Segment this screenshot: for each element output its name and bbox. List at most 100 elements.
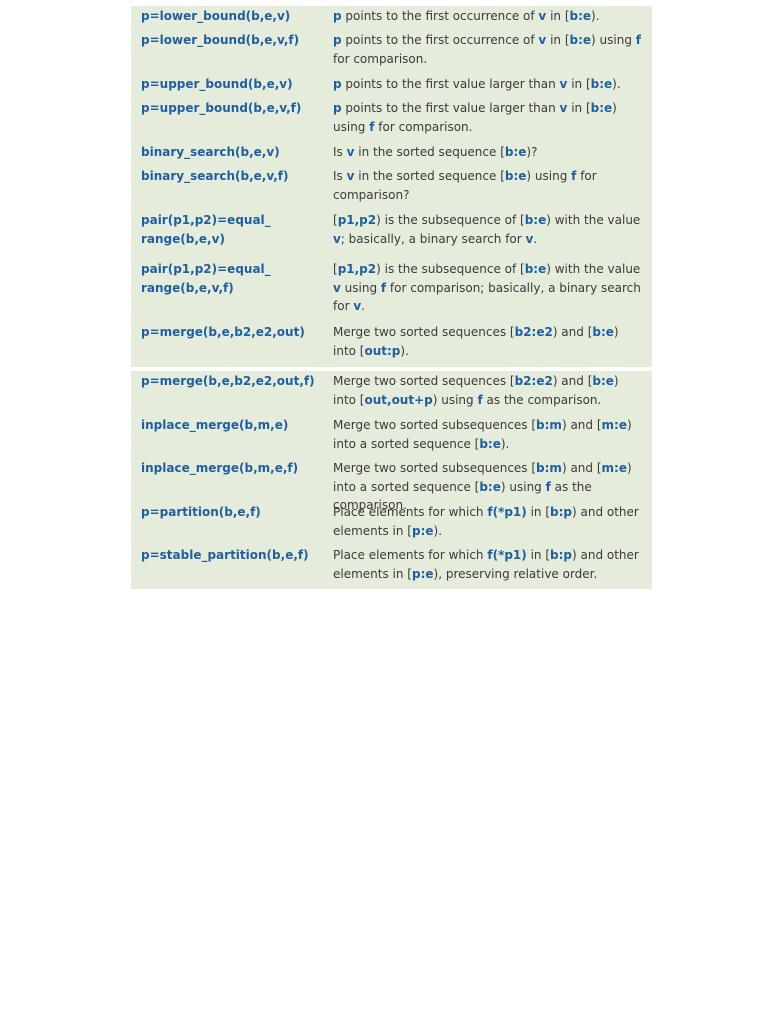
function-description: Merge two sorted sequences [b2:e2) and [… <box>333 372 645 409</box>
description-text: in [ <box>567 77 591 91</box>
description-text: using <box>340 280 381 295</box>
description-text: ). <box>591 9 600 23</box>
description-text: ) with the value <box>546 213 641 227</box>
function-description: [p1,p2) is the subsequence of [b:e) with… <box>333 211 645 248</box>
description-text: for comparison. <box>374 119 473 134</box>
code-term: out,out+p <box>364 392 433 407</box>
description-text: ) and [ <box>552 325 593 339</box>
code-term: b:e <box>590 77 613 91</box>
function-signature: p=stable_partition(b,e,f) <box>141 548 309 562</box>
code-term: v <box>333 280 341 295</box>
code-term: b:e <box>524 213 547 227</box>
description-text: Place elements for which <box>333 548 488 562</box>
code-term: b2:e2 <box>514 325 553 339</box>
function-description: Merge two sorted sequences [b2:e2) and [… <box>333 323 645 360</box>
description-text: ) with the value <box>546 262 641 276</box>
description-text: )? <box>526 145 538 159</box>
description-text: ) is the subsequence of [ <box>376 262 525 276</box>
description-text: ). <box>433 523 443 538</box>
function-signature: binary_search(b,e,v) <box>141 145 280 159</box>
function-description: p points to the first occurrence of v in… <box>333 31 645 68</box>
description-text: ) and [ <box>552 374 593 388</box>
function-description: p points to the first value larger than … <box>333 75 645 94</box>
description-text: Is <box>333 145 347 159</box>
function-signature: p=upper_bound(b,e,v) <box>141 77 293 91</box>
code-term: b:e <box>590 101 613 115</box>
code-term: v <box>333 231 341 246</box>
description-text: in [ <box>526 548 551 562</box>
function-description: Is v in the sorted sequence [b:e) using … <box>333 167 645 204</box>
description-text: in the sorted sequence [ <box>354 169 505 183</box>
code-term: b:e <box>479 436 501 451</box>
description-text: ) using <box>591 33 636 47</box>
algorithm-table-block: p=lower_bound(b,e,v) p points to the firs… <box>131 6 652 367</box>
description-text: as the comparison. <box>482 392 602 407</box>
function-description: Merge two sorted subsequences [b:m) and … <box>333 416 645 453</box>
function-signature: p=lower_bound(b,e,v,f) <box>141 33 300 47</box>
function-description: p points to the first occurrence of v in… <box>333 7 645 26</box>
description-text: Merge two sorted sequences [ <box>333 325 515 339</box>
code-term: v <box>353 299 362 313</box>
description-text: ) and [ <box>561 461 602 475</box>
code-term: b:m <box>536 418 562 432</box>
description-text: . <box>361 299 365 313</box>
description-text: Place elements for which <box>333 505 488 519</box>
code-term: b:e <box>524 262 547 276</box>
description-text: points to the first value larger than <box>341 101 560 115</box>
description-text: ) is the subsequence of [ <box>376 213 525 227</box>
function-signature: inplace_merge(b,m,e) <box>141 418 289 432</box>
description-text: ). <box>400 343 409 358</box>
function-signature: pair(p1,p2)=equal_ range(b,e,v,f) <box>141 262 271 295</box>
function-description: [p1,p2) is the subsequence of [b:e) with… <box>333 260 645 316</box>
description-text: ), preserving relative order. <box>433 566 598 581</box>
description-text: Merge two sorted subsequences [ <box>333 418 537 432</box>
code-term: b:m <box>536 461 562 475</box>
description-text: points to the first occurrence of <box>341 33 539 47</box>
description-text: ) using <box>500 479 546 494</box>
function-description: p points to the first value larger than … <box>333 99 645 136</box>
function-signature: p=partition(b,e,f) <box>141 505 261 519</box>
description-text: ; basically, a binary search for <box>340 231 526 246</box>
description-text: in [ <box>546 9 570 23</box>
function-description: Place elements for which f(*p1) in [b:p)… <box>333 503 645 540</box>
function-signature: p=upper_bound(b,e,v,f) <box>141 101 302 115</box>
code-term: b:e <box>504 169 527 183</box>
code-term: p1,p2 <box>337 213 377 227</box>
description-text: for comparison. <box>333 51 428 66</box>
code-term: b:e <box>569 33 592 47</box>
function-signature: p=merge(b,e,b2,e2,out,f) <box>141 374 315 388</box>
description-text: points to the first value larger than <box>341 77 560 91</box>
function-signature: binary_search(b,e,v,f) <box>141 169 289 183</box>
code-term: p <box>333 77 342 91</box>
code-term: b:e <box>592 325 614 339</box>
code-term: b:e <box>592 374 614 388</box>
description-text: in [ <box>567 101 591 115</box>
code-term: p <box>333 9 342 23</box>
description-text: in [ <box>526 505 551 519</box>
code-term: m:e <box>601 461 627 475</box>
code-term: f(*p1) <box>487 548 527 562</box>
code-term: f(*p1) <box>487 505 527 519</box>
code-term: b2:e2 <box>514 374 553 388</box>
code-term: m:e <box>601 418 627 432</box>
function-description: Is v in the sorted sequence [b:e)? <box>333 143 645 162</box>
description-text: in the sorted sequence [ <box>354 145 505 159</box>
description-text: ). <box>500 436 510 451</box>
code-term: b:e <box>504 145 527 159</box>
code-term: p:e <box>411 566 434 581</box>
description-text: ) using <box>526 169 572 183</box>
code-term: b:e <box>479 479 501 494</box>
description-text: ). <box>612 77 621 91</box>
description-text: ) and [ <box>561 418 602 432</box>
function-signature: pair(p1,p2)=equal_ range(b,e,v) <box>141 213 271 246</box>
code-term: b:p <box>550 548 572 562</box>
code-term: b:e <box>569 9 592 23</box>
code-term: p1,p2 <box>337 262 377 276</box>
function-signature: inplace_merge(b,m,e,f) <box>141 461 299 475</box>
description-text: Merge two sorted sequences [ <box>333 374 515 388</box>
description-text: ) using <box>432 392 478 407</box>
code-term: f <box>635 33 641 47</box>
description-text: Merge two sorted subsequences [ <box>333 461 537 475</box>
function-signature: p=lower_bound(b,e,v) <box>141 9 291 23</box>
code-term: p <box>333 33 342 47</box>
